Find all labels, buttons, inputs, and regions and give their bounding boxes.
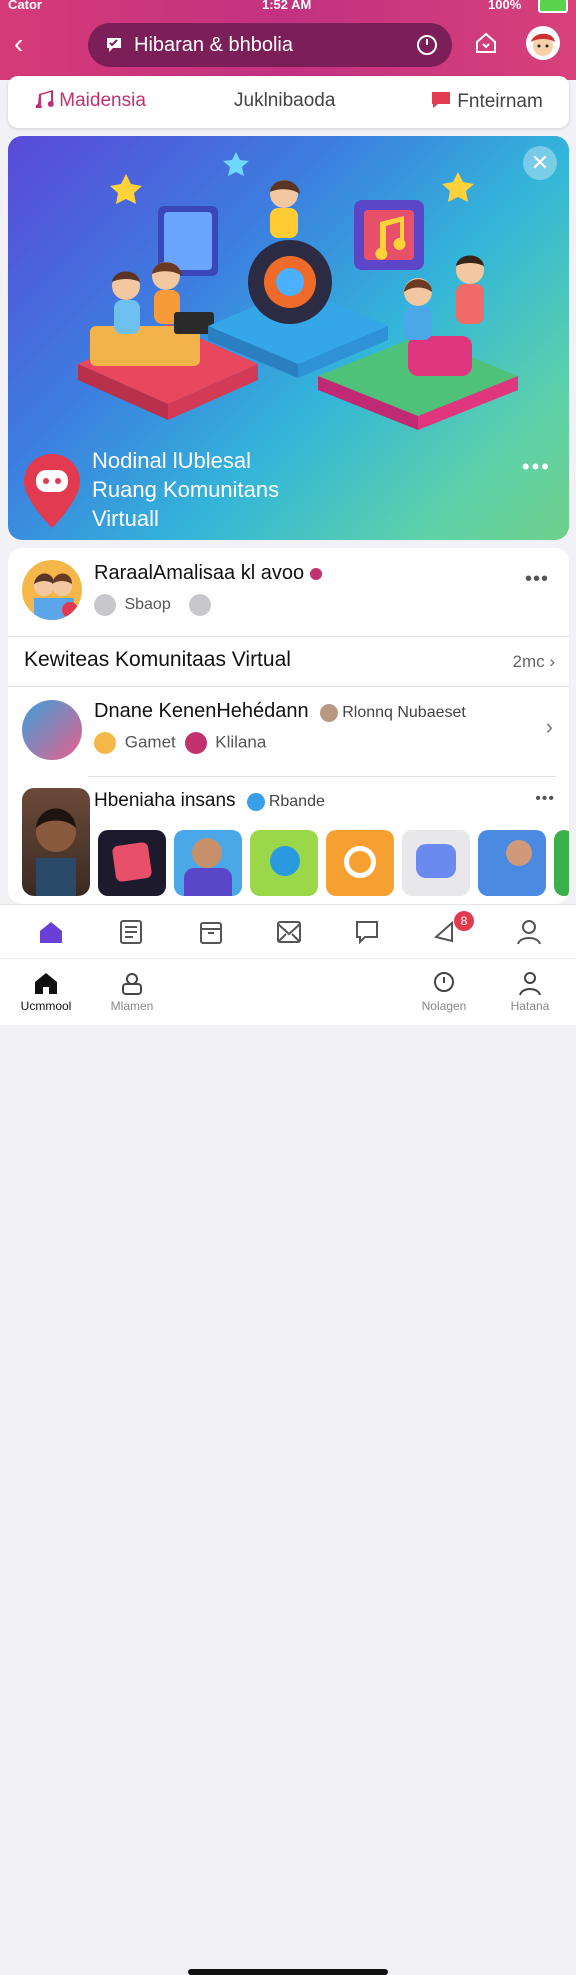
profile-icon xyxy=(519,972,541,996)
chevron-right-icon[interactable]: › xyxy=(546,714,553,740)
feed-card: RaraalAmalisaa kl avoo Sbaop ••• Kewitea… xyxy=(8,548,569,904)
tool-icon[interactable] xyxy=(189,594,212,616)
music-note-icon xyxy=(35,90,54,110)
hero-banner[interactable]: ✕ Nodinal lUblesal Ruang Komunitans Virt… xyxy=(8,136,569,540)
search-bar[interactable]: Hibaran & bhbolia xyxy=(88,23,452,67)
nav-mlamen[interactable]: Mlamen xyxy=(92,969,172,1013)
user-icon xyxy=(320,703,339,722)
nav-label: Nolagen xyxy=(421,999,467,1013)
row2-badge: Rlonnq Nubaeset xyxy=(320,703,466,722)
notifications-button[interactable]: 8 xyxy=(432,911,474,947)
chat-bubble-icon[interactable] xyxy=(352,917,382,947)
notification-badge: 8 xyxy=(454,911,474,931)
heart-icon xyxy=(309,567,322,580)
row1-chip-label: Sbaop xyxy=(124,596,171,614)
row1-meta: Sbaop xyxy=(94,594,215,616)
location-search-icon xyxy=(434,972,454,992)
thumbnail[interactable] xyxy=(478,830,546,896)
hero-more-icon[interactable]: ••• xyxy=(522,454,551,480)
hero-title-line: Nodinal lUblesal xyxy=(92,448,251,473)
nav-label: Hatana xyxy=(510,999,550,1013)
section-more-label: 2mc xyxy=(512,652,545,671)
nav-label: Ucmmool xyxy=(20,999,72,1013)
tab-label: Maidensia xyxy=(59,90,146,111)
battery-label: 100% xyxy=(488,0,522,12)
divider xyxy=(8,686,569,687)
person-icon[interactable] xyxy=(514,917,544,947)
row3-title[interactable]: Hbeniaha insans Rbande xyxy=(94,790,325,812)
thumbnail[interactable] xyxy=(98,830,166,896)
category-tabs: Maidensia Juklnibaoda Fnteirnam xyxy=(8,76,569,128)
mail-icon[interactable] xyxy=(274,917,304,947)
creator-avatar[interactable] xyxy=(22,788,90,896)
row2-badge-label: Rlonnq Nubaeset xyxy=(342,704,466,721)
status-bar: Cator 1:52 AM 100% xyxy=(0,0,576,14)
thumbnail[interactable] xyxy=(326,830,394,896)
hero-title: Nodinal lUblesal Ruang Komunitans Virtua… xyxy=(92,446,279,533)
home-outline-icon[interactable] xyxy=(473,30,499,56)
clock-label: 1:52 AM xyxy=(262,0,312,12)
verified-icon xyxy=(246,792,265,811)
location-pin-icon xyxy=(24,454,80,528)
nav-home[interactable]: Ucmmool xyxy=(6,969,86,1013)
row3-more-icon[interactable]: ••• xyxy=(535,790,555,808)
row3-title-text: Hbeniaha insans xyxy=(94,790,236,811)
hero-close-button[interactable]: ✕ xyxy=(523,146,557,180)
home-filled-icon xyxy=(35,973,57,994)
battery-icon xyxy=(538,0,568,13)
thumbnail[interactable] xyxy=(250,830,318,896)
row3-badge-label: Rbande xyxy=(268,793,325,810)
thumbnail[interactable] xyxy=(402,830,470,896)
chat-icon xyxy=(107,38,121,52)
thumbnail[interactable] xyxy=(174,830,242,896)
emoji-icon xyxy=(94,732,116,754)
row2-chip-label: Gamet xyxy=(124,732,176,752)
row2-chip-label: Klilana xyxy=(215,732,267,752)
row1-title[interactable]: RaraalAmalisaa kl avoo xyxy=(94,562,322,585)
nav-hatana[interactable]: Hatana xyxy=(490,969,570,1013)
carrier-label: Cator xyxy=(8,0,42,12)
search-text: Hibaran & bhbolia xyxy=(134,34,293,56)
row2-title[interactable]: Dnane KenenHehédann Rlonnq Nubaeset xyxy=(94,700,466,723)
hero-title-line: Ruang Komunitans xyxy=(92,477,280,502)
document-icon[interactable] xyxy=(116,917,146,947)
home-icon[interactable] xyxy=(36,917,66,947)
box-icon[interactable] xyxy=(196,917,226,947)
community-avatar[interactable] xyxy=(22,700,82,760)
tab-juklnibaoda[interactable]: Juklnibaoda xyxy=(234,90,335,112)
app-header: Cator 1:52 AM 100% ‹ Hibaran & bhbolia xyxy=(0,0,576,80)
profile-avatar[interactable] xyxy=(526,26,560,60)
tab-label: Juklnibaoda xyxy=(234,90,336,111)
section-more-link[interactable]: 2mc › xyxy=(512,652,555,672)
row2-title-text: Dnane KenenHehédann xyxy=(94,700,309,722)
group-avatar[interactable] xyxy=(22,560,82,620)
divider xyxy=(88,776,556,777)
tab-maidensia[interactable]: Maidensia xyxy=(34,90,146,112)
icon-tab-bar: 8 xyxy=(0,904,576,959)
search-icon xyxy=(94,594,116,616)
home-indicator[interactable] xyxy=(188,1969,388,1975)
thumbnail[interactable] xyxy=(554,830,569,896)
timer-icon[interactable] xyxy=(416,34,438,56)
row2-meta: Gamet Klilana xyxy=(94,732,266,754)
back-button[interactable]: ‹ xyxy=(14,30,23,58)
nav-label: Mlamen xyxy=(110,999,154,1013)
speech-bubble-icon xyxy=(432,92,450,108)
row3-badge: Rbande xyxy=(246,792,325,811)
row1-title-text: RaraalAmalisaa kl avoo xyxy=(94,562,305,584)
divider xyxy=(8,636,569,637)
section-title: Kewiteas Komunitaas Virtual xyxy=(24,648,291,671)
tab-label: Fnteirnam xyxy=(457,91,543,112)
person-card-icon xyxy=(122,973,142,995)
row1-more-icon[interactable]: ••• xyxy=(525,568,549,591)
tab-fnteirnam[interactable]: Fnteirnam xyxy=(430,90,543,113)
hero-title-line: Virtuall xyxy=(92,506,159,531)
nav-nolagen[interactable]: Nolagen xyxy=(404,969,484,1013)
bottom-navigation: Ucmmool Mlamen Nolagen Hatana xyxy=(0,958,576,1975)
fruit-icon xyxy=(184,732,207,754)
